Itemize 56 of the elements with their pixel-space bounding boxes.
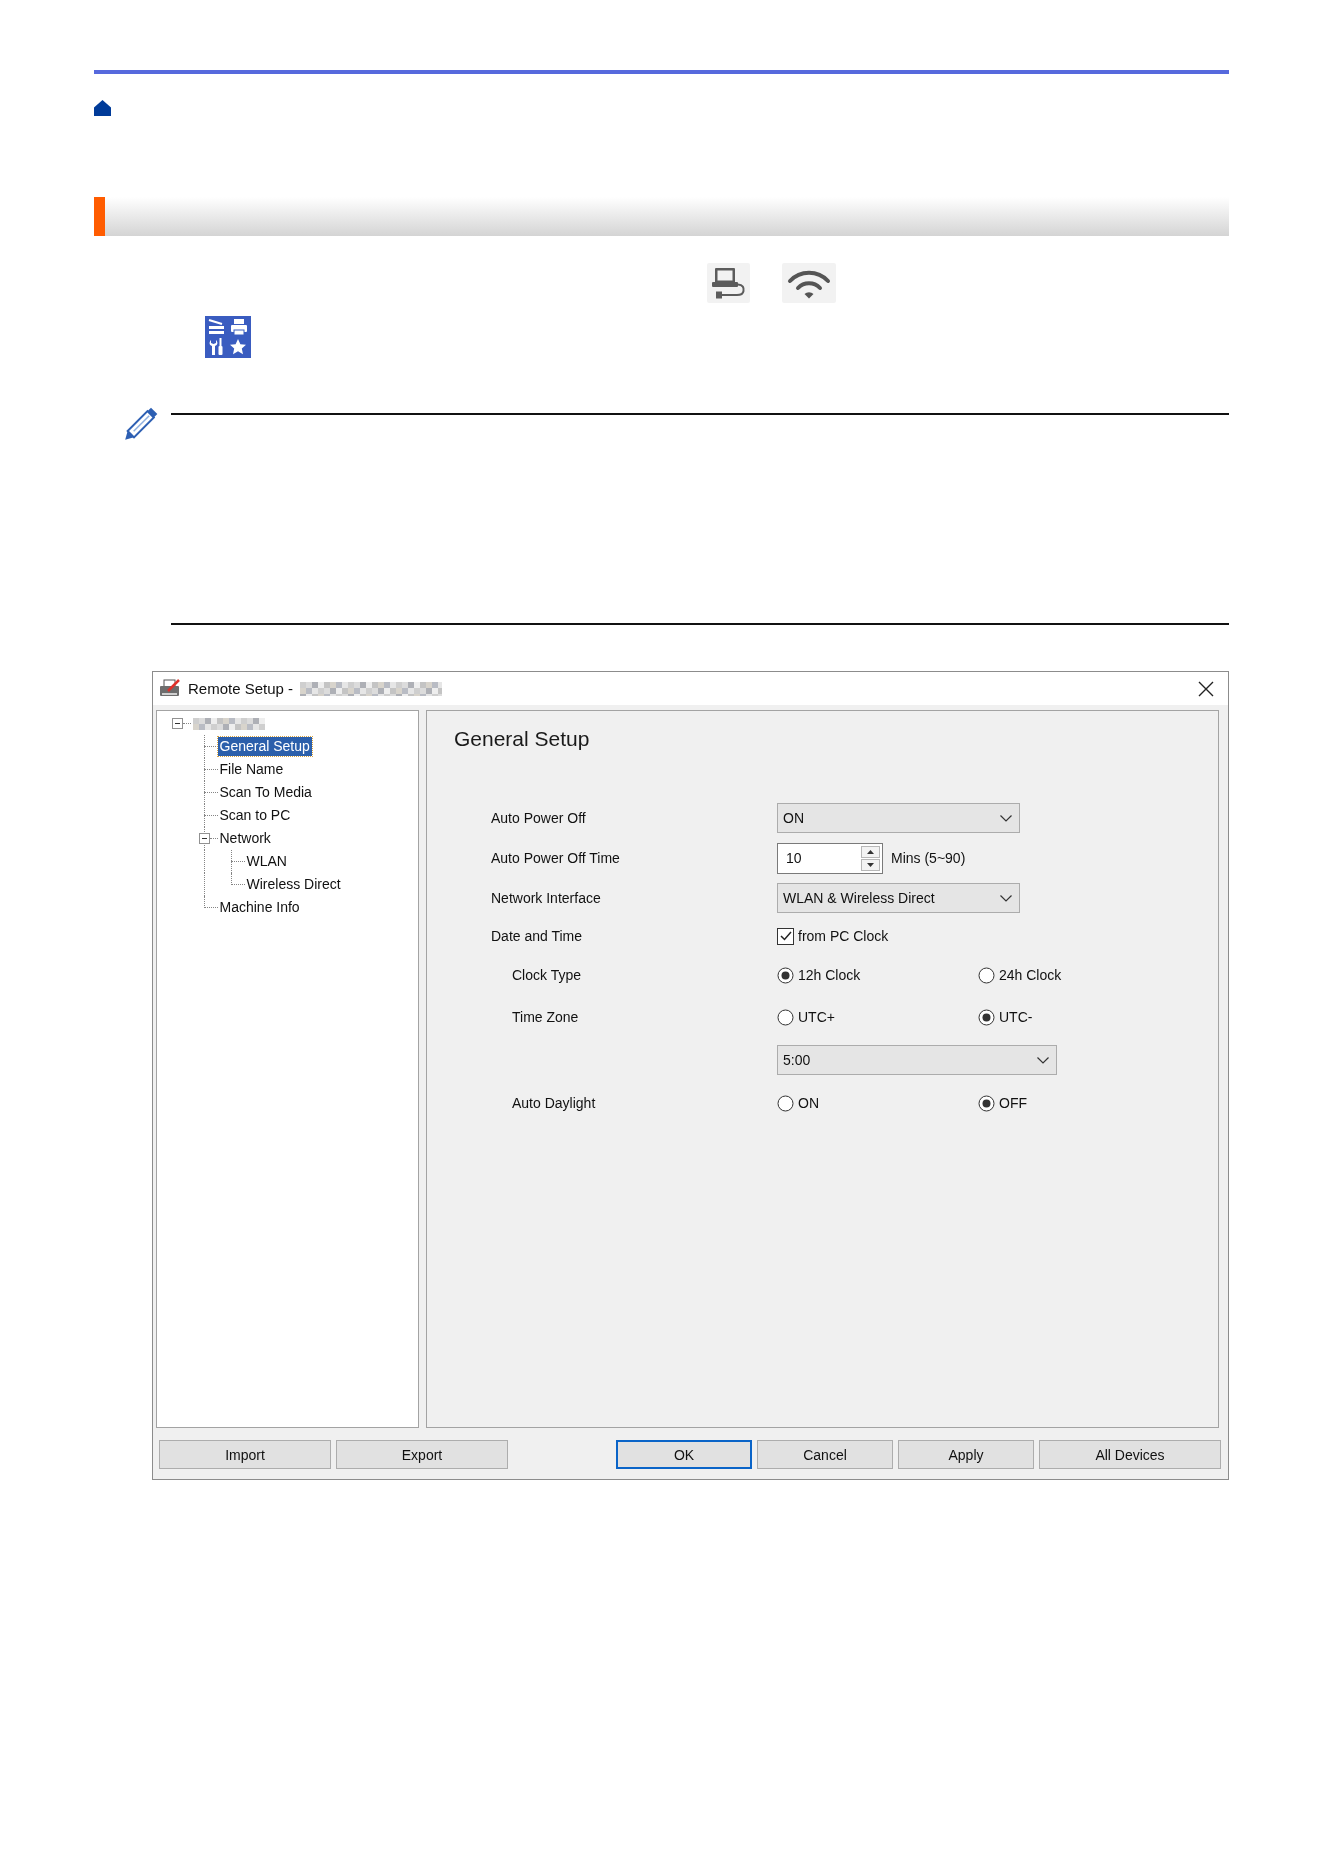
radio-label[interactable]: 12h Clock xyxy=(798,967,861,983)
panel-title: General Setup xyxy=(454,727,591,751)
field-label: Time Zone xyxy=(512,1009,579,1025)
field-label: Date and Time xyxy=(491,928,583,944)
tree-item[interactable]: Network xyxy=(217,829,273,848)
spin-down-button[interactable] xyxy=(861,858,880,871)
radio-label[interactable]: 24h Clock xyxy=(999,967,1062,983)
triangle-up-icon xyxy=(867,849,874,854)
dialog-button[interactable]: OK xyxy=(616,1440,752,1469)
chevron-down-icon xyxy=(1037,1056,1049,1064)
radio-button[interactable] xyxy=(777,1094,794,1112)
dialog-button[interactable]: Export xyxy=(336,1440,508,1469)
dropdown[interactable]: 5:00 xyxy=(777,1045,1057,1075)
laptop-cable-icon xyxy=(707,263,750,303)
field-label: Auto Daylight xyxy=(512,1095,596,1111)
unit-label: Mins (5~90) xyxy=(891,850,966,866)
chevron-down-icon xyxy=(1000,814,1012,822)
dialog-button[interactable]: Import xyxy=(159,1440,331,1469)
checkbox[interactable] xyxy=(777,927,794,945)
radio-label[interactable]: OFF xyxy=(999,1095,1027,1111)
tree-item[interactable]: General Setup xyxy=(217,737,312,756)
window-title: Remote Setup - xyxy=(188,680,294,697)
radio-button[interactable] xyxy=(978,1008,995,1026)
tree-item[interactable]: Scan To Media xyxy=(217,783,314,802)
dropdown[interactable]: WLAN & Wireless Direct xyxy=(777,883,1020,913)
tree-item[interactable]: Machine Info xyxy=(217,898,302,917)
radio-button[interactable] xyxy=(777,966,794,984)
tree-item[interactable]: Scan to PC xyxy=(217,806,293,825)
close-icon[interactable] xyxy=(1198,680,1214,697)
spin-up-button[interactable] xyxy=(861,845,880,858)
radio-button[interactable] xyxy=(978,1094,995,1112)
number-field[interactable]: 10 xyxy=(777,842,883,874)
field-label: Clock Type xyxy=(512,967,581,983)
radio-button[interactable] xyxy=(777,1008,794,1026)
chevron-down-icon xyxy=(1000,894,1012,902)
checkmark-icon xyxy=(779,931,792,941)
dropdown[interactable]: ON xyxy=(777,803,1020,833)
triangle-down-icon xyxy=(867,862,874,867)
home-icon[interactable] xyxy=(94,100,111,116)
radio-label[interactable]: UTC+ xyxy=(798,1009,835,1025)
radio-label[interactable]: ON xyxy=(798,1095,819,1111)
radio-label[interactable]: UTC- xyxy=(999,1009,1033,1025)
minus-box-icon[interactable] xyxy=(198,833,210,844)
dialog-button[interactable]: All Devices xyxy=(1039,1440,1221,1469)
tree-item[interactable]: WLAN xyxy=(244,852,289,871)
checkbox-label[interactable]: from PC Clock xyxy=(798,928,889,944)
dialog-button[interactable]: Cancel xyxy=(757,1440,893,1469)
dialog-button[interactable]: Apply xyxy=(898,1440,1034,1469)
tree-item[interactable]: File Name xyxy=(217,760,286,779)
wifi-icon xyxy=(782,263,836,303)
tree-item[interactable]: Wireless Direct xyxy=(244,875,343,894)
field-label: Auto Power Off xyxy=(491,810,586,826)
field-label: Auto Power Off Time xyxy=(491,850,620,866)
radio-button[interactable] xyxy=(978,966,995,984)
minus-box-icon[interactable] xyxy=(171,718,183,729)
field-label: Network Interface xyxy=(491,890,601,906)
